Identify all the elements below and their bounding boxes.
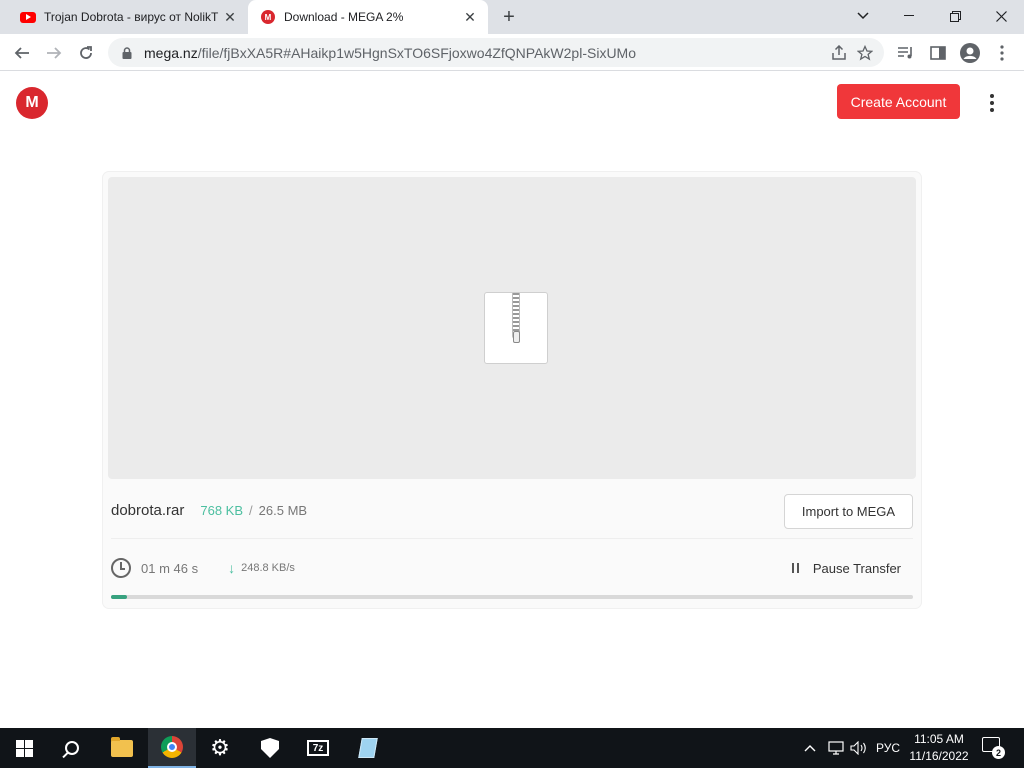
new-tab-button[interactable]: + <box>497 5 521 29</box>
windows-security-icon <box>261 738 279 758</box>
file-preview <box>108 177 916 479</box>
close-tab-icon[interactable]: ✕ <box>220 7 240 27</box>
time-remaining: 01 m 46 s <box>141 560 199 576</box>
tab-strip: Trojan Dobrota - вирус от NolikT ✕ M Dow… <box>0 0 1024 34</box>
taskbar-notepad[interactable] <box>344 728 392 768</box>
taskbar-settings[interactable]: ⚙ <box>196 728 244 768</box>
search-icon <box>65 741 79 755</box>
clock-time: 11:05 AM <box>914 732 964 746</box>
url-host: mega.nz <box>144 44 198 61</box>
lock-icon[interactable] <box>120 46 134 60</box>
file-name: dobrota.rar <box>111 501 185 519</box>
create-account-button[interactable]: Create Account <box>837 84 960 119</box>
notepad-icon <box>358 738 378 758</box>
download-progress-bar <box>111 595 913 599</box>
divider <box>111 538 913 539</box>
minimize-button[interactable] <box>886 0 932 32</box>
download-progress-fill <box>111 595 128 599</box>
downloaded-amount: 768 KB <box>200 502 244 518</box>
mega-logo[interactable]: M <box>16 87 48 119</box>
file-info-row: dobrota.rar 768 KB / 26.5 MB Import to M… <box>111 490 913 530</box>
close-window-button[interactable] <box>978 0 1024 32</box>
url-text[interactable]: mega.nz/file/fjBxXA5R#AHaikp1w5HgnSxTO6S… <box>144 45 826 61</box>
page-menu-icon[interactable] <box>982 91 1002 115</box>
tab-title: Download - MEGA 2% <box>284 10 404 24</box>
start-button[interactable] <box>0 728 48 768</box>
7zip-icon: 7z <box>307 740 329 756</box>
notification-count: 2 <box>992 746 1005 759</box>
transfer-stats-row: 01 m 46 s ↓ 248.8 KB/s Pause Transfer <box>111 553 913 583</box>
restore-button[interactable] <box>932 0 978 32</box>
clock-icon <box>111 558 131 578</box>
address-bar[interactable]: mega.nz/file/fjBxXA5R#AHaikp1w5HgnSxTO6S… <box>108 38 884 67</box>
archive-file-icon <box>484 292 548 364</box>
download-arrow-icon: ↓ <box>228 560 236 576</box>
clock-date: 11/16/2022 <box>909 749 969 763</box>
pause-transfer-button[interactable]: Pause Transfer <box>791 553 901 583</box>
youtube-icon <box>20 9 36 25</box>
taskbar-file-explorer[interactable] <box>98 728 146 768</box>
taskbar-7zip[interactable]: 7z <box>294 728 342 768</box>
tab-search-icon[interactable] <box>840 0 886 32</box>
system-clock[interactable]: 11:05 AM 11/16/2022 <box>900 731 978 765</box>
url-path: /file/fjBxXA5R#AHaikp1w5HgnSxTO6SFjoxwo4… <box>197 44 636 61</box>
pause-transfer-label: Pause Transfer <box>812 560 901 576</box>
chrome-icon <box>161 736 183 758</box>
search-button[interactable] <box>48 728 96 768</box>
network-icon[interactable] <box>825 728 847 768</box>
forward-button[interactable] <box>40 39 68 67</box>
notification-center-button[interactable]: 2 <box>982 737 1005 759</box>
show-hidden-icons-button[interactable] <box>800 728 820 768</box>
import-to-mega-button[interactable]: Import to MEGA <box>784 494 913 529</box>
media-controls-icon[interactable] <box>892 39 920 67</box>
reload-button[interactable] <box>72 39 100 67</box>
share-icon[interactable] <box>826 40 852 66</box>
mega-icon: M <box>260 9 276 25</box>
file-explorer-icon <box>111 736 133 757</box>
bookmark-star-icon[interactable] <box>852 40 878 66</box>
browser-toolbar: mega.nz/file/fjBxXA5R#AHaikp1w5HgnSxTO6S… <box>0 34 1024 71</box>
tab-youtube[interactable]: Trojan Dobrota - вирус от NolikT ✕ <box>8 0 248 34</box>
taskbar-chrome[interactable] <box>148 728 196 768</box>
taskbar-windows-security[interactable] <box>246 728 294 768</box>
side-panel-icon[interactable] <box>924 39 952 67</box>
settings-icon: ⚙ <box>210 735 230 760</box>
close-tab-icon[interactable]: ✕ <box>460 7 480 27</box>
back-button[interactable] <box>8 39 36 67</box>
windows-start-icon <box>15 739 33 757</box>
download-card: dobrota.rar 768 KB / 26.5 MB Import to M… <box>103 172 921 608</box>
file-size: 26.5 MB <box>258 502 308 518</box>
tab-mega-download[interactable]: M Download - MEGA 2% ✕ <box>248 0 488 34</box>
download-speed: 248.8 KB/s <box>241 562 295 574</box>
profile-avatar[interactable] <box>956 39 984 67</box>
tab-title: Trojan Dobrota - вирус от NolikT <box>44 10 219 24</box>
volume-icon[interactable] <box>848 728 870 768</box>
taskbar: ⚙ 7z РУС 11:05 AM 11/16/2022 2 <box>0 728 1024 768</box>
browser-menu-icon[interactable] <box>988 39 1016 67</box>
size-separator: / <box>249 502 253 518</box>
pause-icon <box>791 563 799 573</box>
